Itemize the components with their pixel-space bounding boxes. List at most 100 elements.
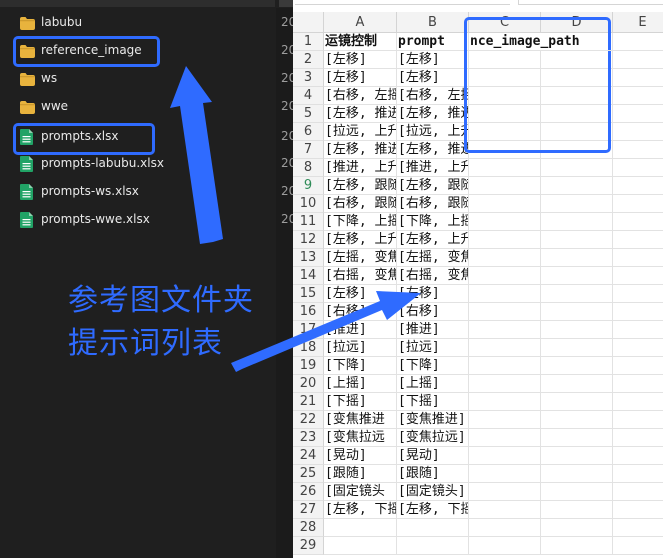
cell-c16[interactable] xyxy=(469,303,541,321)
cell-b19[interactable]: [下降] xyxy=(397,357,469,375)
cell-e21[interactable] xyxy=(613,393,663,411)
row-header[interactable]: 20 xyxy=(293,375,324,393)
cell-e13[interactable] xyxy=(613,249,663,267)
cell-c29[interactable] xyxy=(469,537,541,555)
cell-a3[interactable]: [左移] xyxy=(324,69,397,87)
cell-e14[interactable] xyxy=(613,267,663,285)
row-header[interactable]: 8 xyxy=(293,159,324,177)
cell-e19[interactable] xyxy=(613,357,663,375)
cell-a28[interactable] xyxy=(324,519,397,537)
cell-c11[interactable] xyxy=(469,213,541,231)
cell-d23[interactable] xyxy=(541,429,613,447)
cell-e29[interactable] xyxy=(613,537,663,555)
cell-a2[interactable]: [左移] xyxy=(324,51,397,69)
cell-d18[interactable] xyxy=(541,339,613,357)
cell-e26[interactable] xyxy=(613,483,663,501)
cell-b1[interactable]: prompt xyxy=(397,33,469,51)
cell-d24[interactable] xyxy=(541,447,613,465)
column-header-b[interactable]: B xyxy=(397,12,469,33)
cell-c9[interactable] xyxy=(469,177,541,195)
cell-a11[interactable]: [下降, 上摇 xyxy=(324,213,397,231)
select-all-corner[interactable] xyxy=(293,12,324,33)
cell-e6[interactable] xyxy=(613,123,663,141)
cell-e20[interactable] xyxy=(613,375,663,393)
row-header[interactable]: 2 xyxy=(293,51,324,69)
cell-e4[interactable] xyxy=(613,87,663,105)
cell-a16[interactable]: [右移] xyxy=(324,303,397,321)
cell-a17[interactable]: [推进] xyxy=(324,321,397,339)
cell-a5[interactable]: [左移, 推进 xyxy=(324,105,397,123)
cell-c14[interactable] xyxy=(469,267,541,285)
cell-a19[interactable]: [下降] xyxy=(324,357,397,375)
row-header[interactable]: 16 xyxy=(293,303,324,321)
cell-b28[interactable] xyxy=(397,519,469,537)
cell-b2[interactable]: [左移] xyxy=(397,51,469,69)
cell-b12[interactable]: [左移, 上升] xyxy=(397,231,469,249)
file-row-wwe[interactable]: wwe 20 xyxy=(0,94,293,120)
cell-a24[interactable]: [晃动] xyxy=(324,447,397,465)
cell-c27[interactable] xyxy=(469,501,541,519)
cell-a23[interactable]: [变焦拉远 xyxy=(324,429,397,447)
cell-a12[interactable]: [左移, 上升 xyxy=(324,231,397,249)
cell-e11[interactable] xyxy=(613,213,663,231)
cell-e23[interactable] xyxy=(613,429,663,447)
cell-e17[interactable] xyxy=(613,321,663,339)
cell-a1[interactable]: 运镜控制 xyxy=(324,33,397,51)
row-header[interactable]: 10 xyxy=(293,195,324,213)
column-header-e[interactable]: E xyxy=(613,12,663,33)
cell-c19[interactable] xyxy=(469,357,541,375)
cell-b27[interactable]: [左移, 下摇] xyxy=(397,501,469,519)
row-header[interactable]: 1 xyxy=(293,33,324,51)
cell-b10[interactable]: [右移, 跟随] xyxy=(397,195,469,213)
cell-b5[interactable]: [左移, 推进, 右摇] xyxy=(397,105,469,123)
row-header[interactable]: 29 xyxy=(293,537,324,555)
cell-b20[interactable]: [上摇] xyxy=(397,375,469,393)
row-header[interactable]: 9 xyxy=(293,177,324,195)
cell-c10[interactable] xyxy=(469,195,541,213)
row-header[interactable]: 24 xyxy=(293,447,324,465)
cell-e8[interactable] xyxy=(613,159,663,177)
row-header[interactable]: 21 xyxy=(293,393,324,411)
row-header[interactable]: 28 xyxy=(293,519,324,537)
cell-c12[interactable] xyxy=(469,231,541,249)
cell-d19[interactable] xyxy=(541,357,613,375)
cell-a14[interactable]: [右摇, 变焦 xyxy=(324,267,397,285)
cell-d16[interactable] xyxy=(541,303,613,321)
row-header[interactable]: 6 xyxy=(293,123,324,141)
cell-d14[interactable] xyxy=(541,267,613,285)
cell-a29[interactable] xyxy=(324,537,397,555)
cell-d12[interactable] xyxy=(541,231,613,249)
cell-c20[interactable] xyxy=(469,375,541,393)
cell-b17[interactable]: [推进] xyxy=(397,321,469,339)
cell-b8[interactable]: [推进, 上升] xyxy=(397,159,469,177)
row-header[interactable]: 18 xyxy=(293,339,324,357)
row-header[interactable]: 25 xyxy=(293,465,324,483)
cell-b4[interactable]: [右移, 左摇, 跟随] xyxy=(397,87,469,105)
cell-c18[interactable] xyxy=(469,339,541,357)
cell-a4[interactable]: [右移, 左摇 xyxy=(324,87,397,105)
cell-b26[interactable]: [固定镜头] xyxy=(397,483,469,501)
file-row-labubu[interactable]: labubu 20 xyxy=(0,10,293,36)
cell-a20[interactable]: [上摇] xyxy=(324,375,397,393)
row-header[interactable]: 4 xyxy=(293,87,324,105)
cell-c23[interactable] xyxy=(469,429,541,447)
row-header[interactable]: 5 xyxy=(293,105,324,123)
cell-b22[interactable]: [变焦推进] xyxy=(397,411,469,429)
cell-c22[interactable] xyxy=(469,411,541,429)
cell-b25[interactable]: [跟随] xyxy=(397,465,469,483)
cell-e28[interactable] xyxy=(613,519,663,537)
cell-e27[interactable] xyxy=(613,501,663,519)
cell-e2[interactable] xyxy=(613,51,663,69)
cell-d13[interactable] xyxy=(541,249,613,267)
cell-b21[interactable]: [下摇] xyxy=(397,393,469,411)
file-row-prompts-ws-xlsx[interactable]: prompts-ws.xlsx 20 xyxy=(0,179,293,205)
cell-d27[interactable] xyxy=(541,501,613,519)
row-header[interactable]: 17 xyxy=(293,321,324,339)
cell-a21[interactable]: [下摇] xyxy=(324,393,397,411)
cell-a22[interactable]: [变焦推进 xyxy=(324,411,397,429)
cell-d10[interactable] xyxy=(541,195,613,213)
cell-c21[interactable] xyxy=(469,393,541,411)
cell-e18[interactable] xyxy=(613,339,663,357)
row-header[interactable]: 22 xyxy=(293,411,324,429)
cell-e7[interactable] xyxy=(613,141,663,159)
